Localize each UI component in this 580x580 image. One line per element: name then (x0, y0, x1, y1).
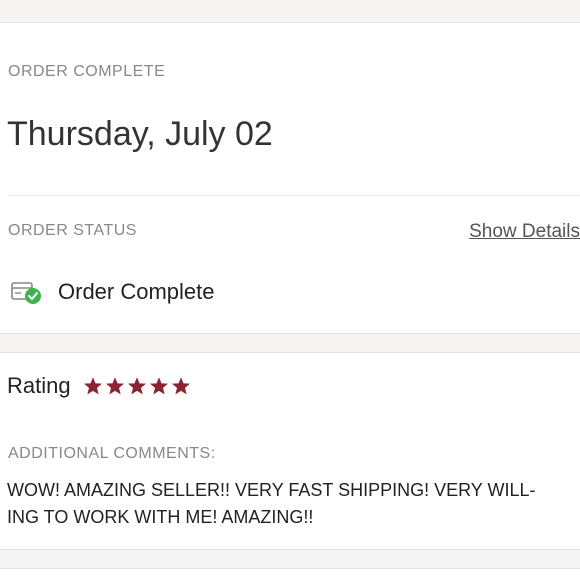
order-status-label: ORDER STATUS (8, 222, 137, 239)
show-details-link[interactable]: Show Details (469, 221, 580, 243)
comment-line: ING TO WORK WITH ME! AMAZING!! (7, 507, 314, 527)
star-icon (171, 377, 190, 395)
package-check-icon (10, 278, 42, 306)
order-summary-card: ORDER COMPLETE Thursday, July 02 ORDER S… (0, 22, 580, 334)
star-icon (127, 377, 146, 395)
order-details-page: ORDER COMPLETE Thursday, July 02 ORDER S… (0, 0, 580, 580)
comment-text: WOW! AMAZING SELLER!! VERY FAST SHIPPING… (7, 477, 577, 531)
star-icon (105, 377, 124, 395)
order-complete-label: ORDER COMPLETE (8, 63, 166, 80)
order-status-text: Order Complete (58, 279, 215, 304)
star-icon (83, 377, 102, 395)
review-card: Rating ADDITIONAL COMMENTS: WOW! AMAZING… (0, 352, 580, 550)
section-divider (8, 195, 580, 196)
order-status-row: Order Complete (10, 277, 215, 307)
additional-comments-label: ADDITIONAL COMMENTS: (8, 445, 216, 462)
rating-label: Rating (7, 373, 71, 398)
comment-line: WOW! AMAZING SELLER!! VERY FAST SHIPPING… (7, 480, 536, 500)
rating-row: Rating (7, 373, 193, 399)
star-icon (149, 377, 168, 395)
order-date-title: Thursday, July 02 (7, 115, 273, 153)
rating-stars (83, 376, 193, 396)
next-card (0, 568, 580, 580)
